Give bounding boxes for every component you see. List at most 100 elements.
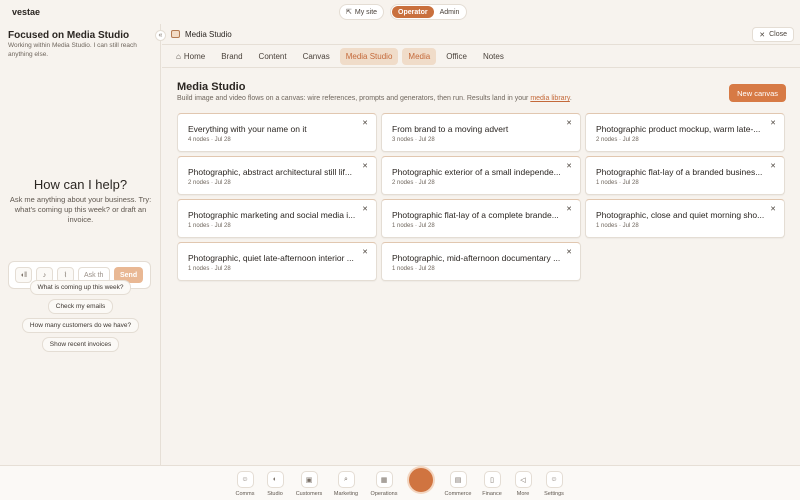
canvas-meta: 1 nodes · Jul 28 — [392, 223, 435, 229]
delete-canvas-icon[interactable]: ✕ — [566, 119, 572, 127]
assistant-orb-button[interactable] — [409, 468, 433, 492]
dock-item-settings[interactable]: ☺ Settings — [536, 471, 572, 497]
help-heading: How can I help? — [33, 177, 128, 192]
megaphone-icon: ◁ — [514, 471, 532, 488]
tab-canvas[interactable]: Canvas — [297, 48, 336, 65]
dock-label: Finance — [482, 491, 502, 497]
help-description: Ask me anything about your business. Try… — [9, 195, 152, 224]
home-icon: ⌂ — [176, 52, 181, 61]
canvas-title: Photographic exterior of a small indepen… — [392, 167, 561, 177]
dock-label: Settings — [544, 491, 564, 497]
delete-canvas-icon[interactable]: ✕ — [770, 205, 776, 213]
people-icon: ☺ — [236, 471, 254, 488]
suggestion-row: How many customers do we have? — [0, 318, 161, 333]
canvas-card[interactable]: Photographic exterior of a small indepen… — [381, 156, 581, 195]
dock-item-operations[interactable]: ▦ Operations — [366, 471, 402, 497]
canvas-meta: 1 nodes · Jul 28 — [392, 266, 435, 272]
close-button[interactable]: ✕ Close — [752, 27, 794, 42]
delete-canvas-icon[interactable]: ✕ — [770, 119, 776, 127]
canvas-title: Photographic product mockup, warm late-.… — [596, 124, 761, 134]
app-dock: ☺ Comms ◐ Studio ▣ Customers ⌕ Marketing… — [0, 465, 800, 500]
suggestion-chip[interactable]: What is coming up this week? — [29, 280, 132, 295]
window-titlebar: Media Studio ✕ Close — [162, 24, 800, 45]
top-bar: vestae ⇱ My site Operator Admin — [0, 0, 800, 24]
delete-canvas-icon[interactable]: ✕ — [362, 205, 368, 213]
suggestion-row: What is coming up this week? — [0, 280, 161, 295]
canvas-title: Photographic marketing and social media … — [188, 210, 356, 220]
delete-canvas-icon[interactable]: ✕ — [362, 248, 368, 256]
close-icon: ✕ — [759, 31, 766, 39]
admin-mode-button[interactable]: Admin — [434, 6, 466, 18]
suggestion-row: Show recent invoices — [0, 337, 161, 352]
mode-switch: ⇱ My site Operator Admin — [339, 4, 468, 20]
operator-mode-button[interactable]: Operator — [392, 6, 434, 18]
canvas-card[interactable]: Photographic marketing and social media … — [177, 199, 377, 238]
delete-canvas-icon[interactable]: ✕ — [362, 119, 368, 127]
canvas-card[interactable]: Photographic, close and quiet morning sh… — [585, 199, 785, 238]
dock-label: More — [516, 491, 530, 497]
canvas-card[interactable]: Photographic flat-lay of a complete bran… — [381, 199, 581, 238]
tab-media-studio[interactable]: Media Studio — [339, 48, 399, 65]
tab-office[interactable]: Office — [440, 48, 473, 65]
role-toggle: Operator Admin — [390, 4, 468, 20]
settings-people-icon: ☺ — [545, 471, 563, 488]
canvas-meta: 1 nodes · Jul 28 — [596, 223, 639, 229]
canvas-card[interactable]: Photographic flat-lay of a branded busin… — [585, 156, 785, 195]
description-period: . — [569, 95, 572, 102]
calendar-icon: ▦ — [375, 471, 393, 488]
tab-bar: ⌂ Home Brand Content Canvas Media Studio… — [170, 48, 510, 65]
brand-logo[interactable]: vestae — [12, 7, 40, 17]
my-site-button[interactable]: ⇱ My site — [339, 4, 385, 20]
canvas-card[interactable]: From brand to a moving advert 3 nodes · … — [381, 113, 581, 152]
tab-notes[interactable]: Notes — [477, 48, 510, 65]
canvas-title: Photographic, quiet late-afternoon inter… — [188, 253, 354, 263]
suggestion-chip[interactable]: How many customers do we have? — [21, 318, 140, 333]
dock-label: Marketing — [333, 491, 359, 497]
tab-content[interactable]: Content — [253, 48, 293, 65]
delete-canvas-icon[interactable]: ✕ — [770, 162, 776, 170]
close-label: Close — [769, 31, 787, 38]
external-link-icon: ⇱ — [346, 9, 352, 16]
collapse-panel-button[interactable]: « — [155, 30, 166, 41]
canvas-card[interactable]: Photographic, abstract architectural sti… — [177, 156, 377, 195]
dock-item-marketing[interactable]: ⌕ Marketing — [328, 471, 364, 497]
delete-canvas-icon[interactable]: ✕ — [566, 248, 572, 256]
suggestion-row: Check my emails — [0, 299, 161, 314]
store-icon: ▤ — [449, 471, 467, 488]
suggestion-chip[interactable]: Check my emails — [47, 299, 114, 314]
canvas-meta: 4 nodes · Jul 28 — [188, 137, 231, 143]
delete-canvas-icon[interactable]: ✕ — [362, 162, 368, 170]
delete-canvas-icon[interactable]: ✕ — [566, 205, 572, 213]
dock-item-commerce[interactable]: ▤ Commerce — [440, 471, 476, 497]
dock-item-studio[interactable]: ◐ Studio — [257, 471, 293, 497]
canvas-card[interactable]: Photographic, mid-afternoon documentary … — [381, 242, 581, 281]
tab-brand[interactable]: Brand — [215, 48, 248, 65]
dock-label: Operations — [370, 491, 398, 497]
canvas-card[interactable]: Everything with your name on it 4 nodes … — [177, 113, 377, 152]
canvas-card[interactable]: Photographic product mockup, warm late-.… — [585, 113, 785, 152]
description-text: Build image and video flows on a canvas:… — [177, 95, 529, 102]
waveform-icon: ◖‖ — [19, 271, 28, 279]
canvas-meta: 1 nodes · Jul 28 — [596, 180, 639, 186]
canvas-grid: Everything with your name on it 4 nodes … — [177, 113, 786, 281]
new-canvas-button[interactable]: New canvas — [729, 84, 786, 102]
dock-label: Customers — [295, 491, 323, 497]
assistant-focus-title: Focused on Media Studio — [8, 30, 130, 41]
canvas-card[interactable]: Photographic, quiet late-afternoon inter… — [177, 242, 377, 281]
my-site-label: My site — [354, 8, 378, 16]
window-title: Media Studio — [185, 30, 232, 39]
delete-canvas-icon[interactable]: ✕ — [566, 162, 572, 170]
tab-label: Home — [183, 52, 206, 61]
tab-home[interactable]: ⌂ Home — [170, 48, 211, 65]
canvas-meta: 1 nodes · Jul 28 — [188, 223, 231, 229]
media-library-link[interactable]: media library — [530, 95, 570, 102]
canvas-title: Photographic, mid-afternoon documentary … — [392, 253, 561, 263]
canvas-meta: 3 nodes · Jul 28 — [392, 137, 435, 143]
document-icon: ▯ — [483, 471, 501, 488]
page-title: Media Studio — [177, 81, 246, 93]
tab-media[interactable]: Media — [402, 48, 437, 65]
media-studio-app-icon — [171, 30, 180, 38]
dock-item-customers[interactable]: ▣ Customers — [291, 471, 327, 497]
suggestion-chip[interactable]: Show recent invoices — [41, 337, 120, 352]
canvas-title: Everything with your name on it — [188, 124, 307, 134]
